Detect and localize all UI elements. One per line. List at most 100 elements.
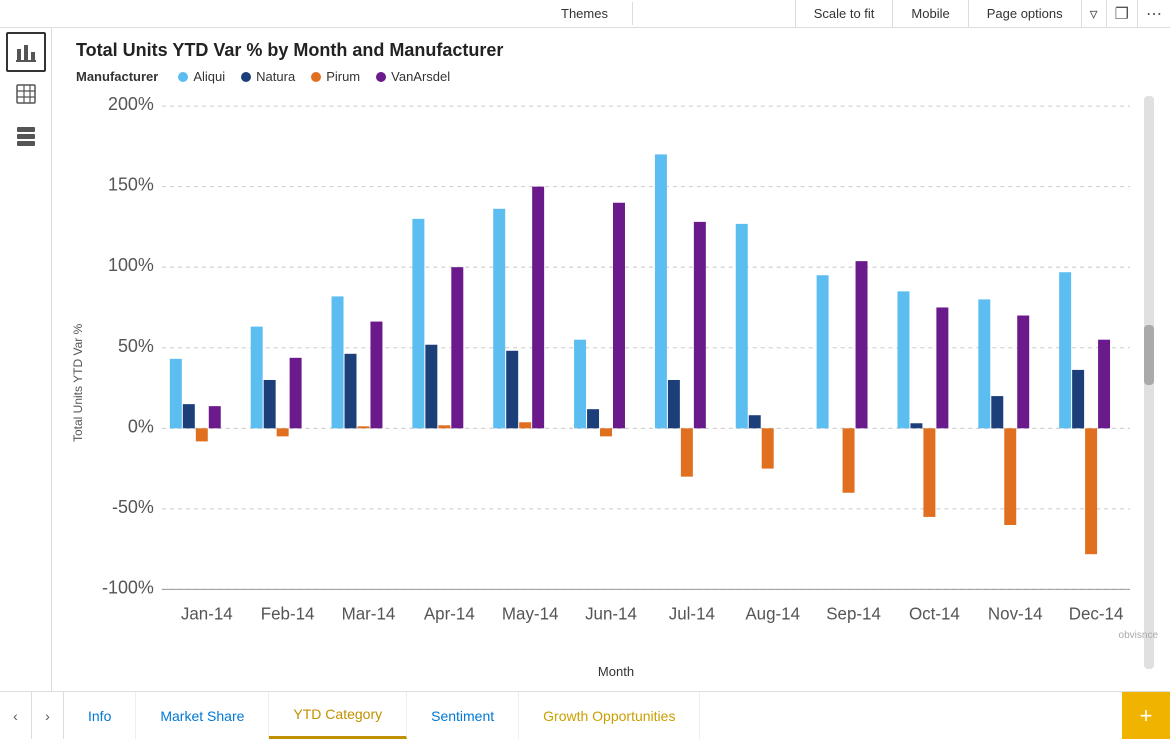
bar-mar-natura [345,354,357,429]
bar-sep-aliqui [817,275,829,428]
tab-next-button[interactable]: › [32,692,64,739]
svg-text:200%: 200% [108,96,154,114]
bar-jun-vanarsdel [613,203,625,429]
bar-mar-vanarsdel [370,322,382,429]
bar-oct-pirum [923,428,935,517]
tab-add-button[interactable]: + [1122,692,1170,739]
legend-dot-natura [241,72,251,82]
bar-jun-pirum [600,428,612,436]
bar-jul-natura [668,380,680,428]
bar-jun-natura [587,409,599,428]
tab-market-share[interactable]: Market Share [136,692,269,739]
bar-nov-natura [991,396,1003,428]
bar-jan-pirum [196,428,208,441]
svg-text:Apr-14: Apr-14 [424,605,475,624]
page-options-button[interactable]: Page options [968,0,1081,28]
bar-aug-aliqui [736,224,748,428]
bar-oct-vanarsdel [936,307,948,428]
themes-button[interactable]: Themes [537,2,633,25]
sidebar-icon-barchart[interactable] [6,32,46,72]
y-axis-label: Total Units YTD Var % [68,96,88,669]
bar-sep-vanarsdel [856,261,868,428]
svg-text:Oct-14: Oct-14 [909,605,960,624]
bar-feb-pirum [277,428,289,436]
bar-nov-aliqui [978,299,990,428]
x-axis-label: Month [92,664,1140,679]
mobile-button[interactable]: Mobile [892,0,967,28]
top-bar-center: Themes [537,2,633,25]
bar-jul-pirum [681,428,693,476]
legend-dot-pirum [311,72,321,82]
legend-item-natura: Natura [241,69,295,84]
bar-aug-pirum [762,428,774,468]
svg-text:-50%: -50% [112,497,154,517]
tab-prev-button[interactable]: ‹ [0,692,32,739]
bar-oct-aliqui [897,291,909,428]
tab-growth-opportunities[interactable]: Growth Opportunities [519,692,700,739]
svg-text:Sep-14: Sep-14 [826,605,881,624]
svg-text:Nov-14: Nov-14 [988,605,1043,624]
svg-text:Dec-14: Dec-14 [1069,605,1124,624]
bar-mar-aliqui [332,296,344,428]
bar-aug-natura [749,415,761,428]
legend: Manufacturer Aliqui Natura Pirum VanArsd… [76,69,1154,84]
svg-text:50%: 50% [118,336,154,356]
sidebar-icon-stacked[interactable] [6,116,46,156]
sidebar-icon-table[interactable] [6,74,46,114]
legend-item-vanarsdel: VanArsdel [376,69,450,84]
svg-text:100%: 100% [108,255,154,275]
bar-oct-natura [910,423,922,428]
legend-item-aliqui: Aliqui [178,69,225,84]
legend-dot-vanarsdel [376,72,386,82]
bar-dec-pirum [1085,428,1097,554]
bar-mar-pirum [357,426,369,428]
scale-to-fit-button[interactable]: Scale to fit [795,0,893,28]
legend-label-pirum: Pirum [326,69,360,84]
top-bar-right: Scale to fit Mobile Page options ▿ ❐ ⋯ [795,0,1170,28]
bar-jan-vanarsdel [209,406,221,428]
chart-inner: .grid-line { stroke: #ccc; stroke-width:… [92,96,1140,669]
bar-dec-vanarsdel [1098,340,1110,429]
svg-text:Jun-14: Jun-14 [585,605,637,624]
bar-apr-vanarsdel [451,267,463,428]
bottom-tabs: ‹ › Info Market Share YTD Category Senti… [0,691,1170,739]
bar-jul-aliqui [655,154,667,428]
chart-svg: .grid-line { stroke: #ccc; stroke-width:… [92,96,1140,660]
bar-may-aliqui [493,209,505,429]
scrollbar-right[interactable] [1144,96,1154,669]
bar-jan-aliqui [170,359,182,428]
bar-apr-natura [425,345,437,429]
legend-dot-aliqui [178,72,188,82]
legend-item-pirum: Pirum [311,69,360,84]
bar-nov-pirum [1004,428,1016,525]
scrollbar-thumb[interactable] [1144,325,1154,385]
top-bar: Themes Scale to fit Mobile Page options … [0,0,1170,28]
bar-dec-natura [1072,370,1084,428]
bar-jan-natura [183,404,195,428]
bar-jul-vanarsdel [694,222,706,428]
svg-text:Mar-14: Mar-14 [342,605,396,624]
main-area: Total Units YTD Var % by Month and Manuf… [0,28,1170,691]
tab-sentiment[interactable]: Sentiment [407,692,519,739]
grid-and-bars: .grid-line { stroke: #ccc; stroke-width:… [92,96,1140,660]
chart-container: Total Units YTD Var % [68,96,1154,669]
chart-area: Total Units YTD Var % by Month and Manuf… [52,28,1170,691]
chart-title: Total Units YTD Var % by Month and Manuf… [76,40,1154,61]
sidebar [0,28,52,691]
filter-icon[interactable]: ▿ [1081,0,1106,28]
svg-text:Jul-14: Jul-14 [669,605,715,624]
svg-text:0%: 0% [128,416,154,436]
bar-feb-natura [264,380,276,428]
bar-nov-vanarsdel [1017,316,1029,429]
svg-text:Jan-14: Jan-14 [181,605,233,624]
more-options-icon[interactable]: ⋯ [1137,0,1170,28]
bar-dec-aliqui [1059,272,1071,428]
svg-text:Aug-14: Aug-14 [745,605,800,624]
expand-icon[interactable]: ❐ [1106,0,1137,28]
bar-feb-vanarsdel [290,358,302,428]
svg-text:150%: 150% [108,175,154,195]
tab-info[interactable]: Info [64,692,136,739]
bar-apr-aliqui [412,219,424,428]
bar-apr-pirum [438,425,450,428]
tab-ytd-category[interactable]: YTD Category [269,692,407,739]
